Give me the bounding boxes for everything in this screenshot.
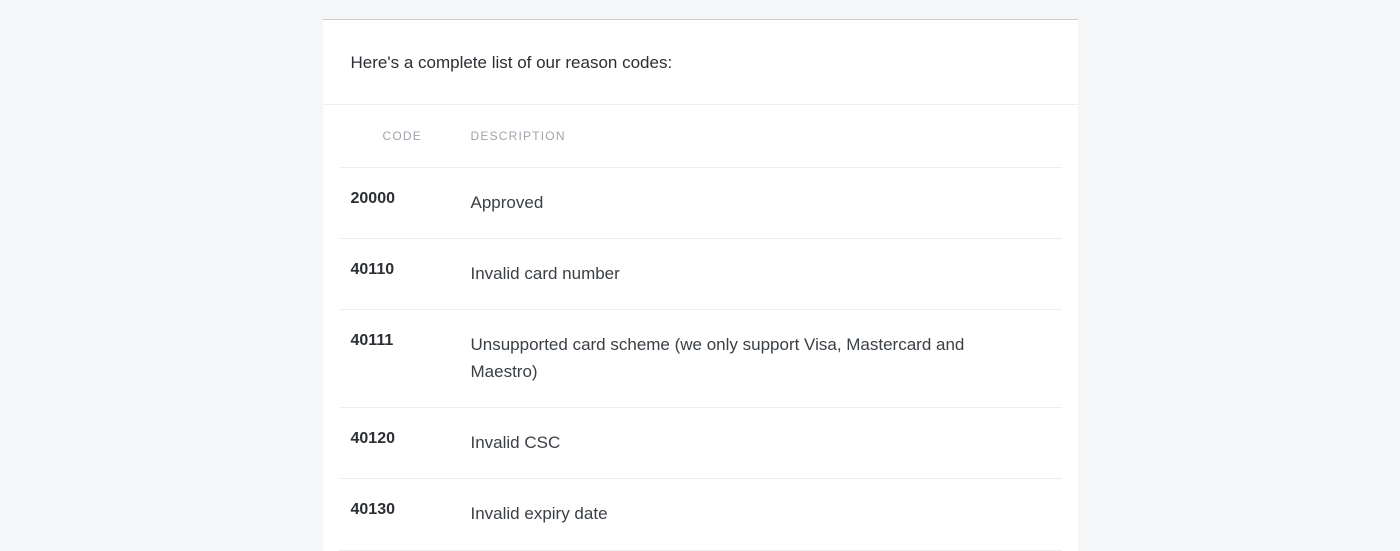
cell-code: 40110 [339, 261, 471, 287]
table-row: 40130 Invalid expiry date [339, 479, 1062, 550]
intro-text: Here's a complete list of our reason cod… [323, 20, 1078, 105]
cell-description: Invalid card number [471, 261, 1062, 287]
table-row: 40111 Unsupported card scheme (we only s… [339, 310, 1062, 408]
table-header-description: DESCRIPTION [471, 129, 1062, 143]
table-row: 20000 Approved [339, 168, 1062, 239]
table-body: 20000 Approved 40110 Invalid card number… [339, 168, 1062, 551]
cell-description: Invalid CSC [471, 430, 1062, 456]
cell-description: Approved [471, 190, 1062, 216]
cell-code: 20000 [339, 190, 471, 216]
cell-description: Invalid expiry date [471, 501, 1062, 527]
cell-code: 40130 [339, 501, 471, 527]
table-header-row: CODE DESCRIPTION [339, 105, 1062, 168]
table-row: 40110 Invalid card number [339, 239, 1062, 310]
table-row: 40120 Invalid CSC [339, 408, 1062, 479]
table-header-code: CODE [339, 129, 471, 143]
cell-code: 40120 [339, 430, 471, 456]
reason-codes-table: CODE DESCRIPTION 20000 Approved 40110 In… [323, 105, 1078, 551]
content-card: Here's a complete list of our reason cod… [323, 19, 1078, 551]
cell-description: Unsupported card scheme (we only support… [471, 332, 1062, 385]
cell-code: 40111 [339, 332, 471, 385]
